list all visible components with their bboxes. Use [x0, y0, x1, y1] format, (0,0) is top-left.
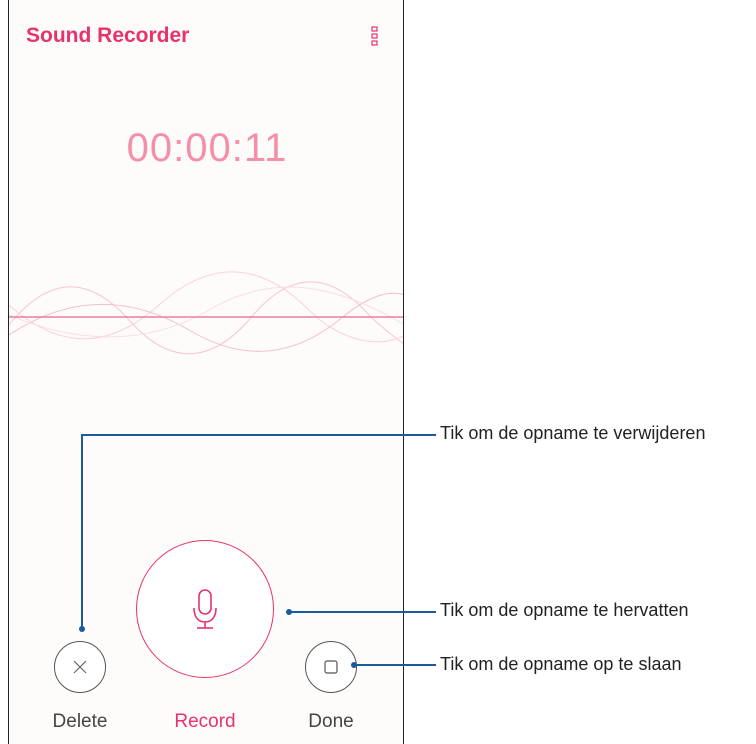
done-button[interactable]: [305, 641, 357, 693]
phone-screen: Sound Recorder 00:00:11 Delete Record Do…: [8, 0, 404, 744]
record-label: Record: [174, 711, 236, 732]
recording-timer: 00:00:11: [126, 126, 288, 170]
delete-label: Delete: [52, 711, 108, 732]
callout-line-delete-vertical: [81, 434, 83, 628]
waveform: [9, 271, 403, 355]
callout-line-done: [355, 664, 436, 666]
app-title: Sound Recorder: [26, 24, 190, 47]
record-button[interactable]: [136, 540, 274, 678]
callout-record: Tik om de opname te hervatten: [440, 600, 689, 620]
done-label: Done: [308, 711, 354, 732]
callout-done: Tik om de opname op te slaan: [440, 654, 682, 674]
microphone-icon: [193, 589, 217, 629]
delete-button[interactable]: [54, 641, 106, 693]
callout-line-delete-horizontal: [81, 434, 436, 436]
callout-line-record: [290, 611, 436, 613]
more-vert-icon[interactable]: [371, 26, 379, 46]
callout-delete: Tik om de opname te verwijderen: [440, 423, 706, 443]
close-icon: [73, 660, 87, 674]
stop-icon: [324, 660, 338, 674]
